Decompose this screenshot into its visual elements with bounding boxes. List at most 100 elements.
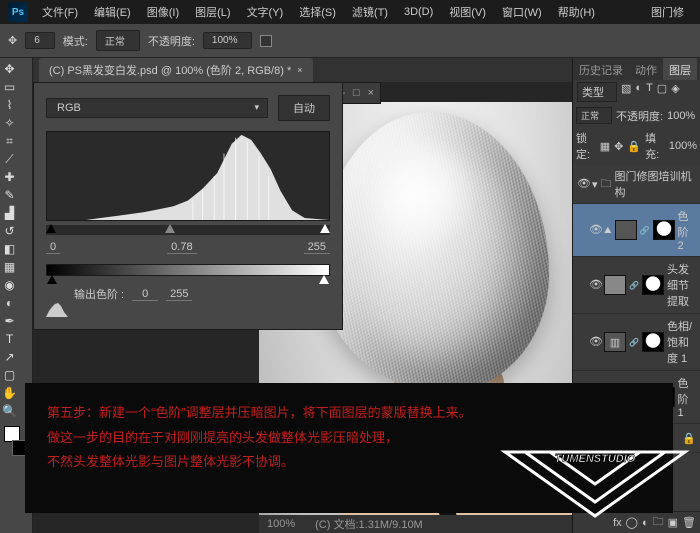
input-black-slider-icon[interactable] bbox=[46, 224, 56, 233]
win-close-icon[interactable]: × bbox=[368, 87, 374, 99]
input-slider-track[interactable] bbox=[46, 225, 330, 235]
filter-type-icon[interactable]: T bbox=[646, 82, 653, 102]
menu-filter[interactable]: 滤镜(T) bbox=[344, 1, 396, 23]
option-checkbox[interactable] bbox=[260, 35, 272, 47]
menu-select[interactable]: 选择(S) bbox=[291, 1, 344, 23]
folder-arrow-icon[interactable]: ▾ bbox=[592, 178, 598, 191]
heal-tool-icon[interactable]: ✚ bbox=[2, 168, 17, 186]
stamp-tool-icon[interactable]: ▟ bbox=[2, 204, 17, 222]
blur-tool-icon[interactable]: ◉ bbox=[2, 276, 17, 294]
input-black-field[interactable]: 0 bbox=[46, 241, 60, 254]
dodge-tool-icon[interactable]: ◐ bbox=[2, 294, 17, 312]
mask-thumb[interactable] bbox=[642, 275, 664, 295]
menu-help[interactable]: 帮助(H) bbox=[550, 1, 603, 23]
tab-close-icon[interactable]: × bbox=[297, 65, 302, 75]
auto-button[interactable]: 自动 bbox=[278, 95, 330, 121]
link-icon[interactable]: 🔗 bbox=[629, 281, 639, 290]
eraser-tool-icon[interactable]: ◧ bbox=[2, 240, 17, 258]
wand-tool-icon[interactable]: ✧ bbox=[2, 114, 17, 132]
tab-actions[interactable]: 动作 bbox=[629, 58, 663, 80]
brush-tool-icon[interactable]: ✎ bbox=[2, 186, 17, 204]
document-tabs: (C) PS黑发变白发.psd @ 100% (色阶 2, RGB/8) * × bbox=[33, 58, 572, 82]
eyedropper-tool-icon[interactable]: ⟋ bbox=[2, 150, 17, 168]
tool-preset-icon[interactable]: ✥ bbox=[8, 34, 17, 47]
lock-label: 锁定: bbox=[576, 130, 596, 162]
opacity-select[interactable]: 100% bbox=[203, 32, 253, 49]
layer-row[interactable]: 👁 ⛰ 🔗 色阶 2 bbox=[573, 204, 700, 257]
crop-tool-icon[interactable]: ⌗ bbox=[2, 132, 17, 150]
mask-thumb[interactable] bbox=[642, 332, 664, 352]
output-white-field[interactable]: 255 bbox=[166, 288, 192, 301]
filter-image-icon[interactable]: ▧ bbox=[621, 82, 631, 102]
visibility-icon[interactable]: 👁 bbox=[589, 337, 601, 347]
history-brush-icon[interactable]: ↺ bbox=[2, 222, 17, 240]
layer-opacity-value[interactable]: 100% bbox=[667, 110, 695, 122]
blend-mode-select[interactable]: 正常 bbox=[96, 30, 140, 51]
layer-folder[interactable]: 👁 ▾ 🗀 图门修图培训机构 bbox=[573, 165, 700, 204]
output-black-field[interactable]: 0 bbox=[132, 288, 158, 301]
lock-pixels-icon[interactable]: ▦ bbox=[600, 140, 610, 153]
layer-name: 色相/饱和度 1 bbox=[667, 318, 696, 366]
menu-layer[interactable]: 图层(L) bbox=[187, 1, 238, 23]
layer-filter-select[interactable]: 类型 bbox=[577, 82, 617, 102]
title-right: 图门修 bbox=[643, 1, 692, 23]
mask-thumb[interactable] bbox=[653, 220, 675, 240]
caption-line-1: 第五步：新建一个“色阶”调整层并压暗图片，将下面图层的蒙版替换上来。 bbox=[47, 401, 651, 426]
shape-tool-icon[interactable]: ▢ bbox=[2, 366, 17, 384]
zoom-readout[interactable]: 100% bbox=[267, 518, 295, 530]
folder-name: 图门修图培训机构 bbox=[615, 168, 696, 200]
layer-opacity-label: 不透明度: bbox=[616, 108, 663, 124]
output-black-slider-icon[interactable] bbox=[47, 275, 57, 284]
type-tool-icon[interactable]: T bbox=[2, 330, 17, 348]
input-gamma-field[interactable]: 0.78 bbox=[167, 241, 196, 254]
layer-name: 色阶 1 bbox=[678, 375, 696, 419]
input-white-slider-icon[interactable] bbox=[320, 224, 330, 233]
hand-tool-icon[interactable]: ✋ bbox=[2, 384, 17, 402]
layer-name: 头发细节提取 bbox=[667, 261, 696, 309]
menu-file[interactable]: 文件(F) bbox=[34, 1, 86, 23]
move-tool-icon[interactable]: ✥ bbox=[2, 60, 17, 78]
folder-icon: 🗀 bbox=[601, 175, 612, 194]
menu-type[interactable]: 文字(Y) bbox=[239, 1, 292, 23]
menu-edit[interactable]: 编辑(E) bbox=[86, 1, 139, 23]
filter-shape-icon[interactable]: ▢ bbox=[657, 82, 667, 102]
output-gradient-track[interactable] bbox=[46, 264, 330, 276]
visibility-icon[interactable]: 👁 bbox=[577, 179, 589, 189]
visibility-icon[interactable]: 👁 bbox=[589, 280, 601, 290]
input-gamma-slider-icon[interactable] bbox=[165, 224, 175, 233]
lock-pos-icon[interactable]: ✥ bbox=[614, 140, 623, 153]
path-tool-icon[interactable]: ↗ bbox=[2, 348, 17, 366]
gradient-tool-icon[interactable]: ▦ bbox=[2, 258, 17, 276]
menu-3d[interactable]: 3D(D) bbox=[396, 3, 441, 21]
menu-image[interactable]: 图像(I) bbox=[139, 1, 187, 23]
document-tab[interactable]: (C) PS黑发变白发.psd @ 100% (色阶 2, RGB/8) * × bbox=[39, 58, 313, 82]
fill-value[interactable]: 100% bbox=[669, 140, 697, 152]
marquee-tool-icon[interactable]: ▭ bbox=[2, 78, 17, 96]
visibility-icon[interactable]: 👁 bbox=[589, 225, 601, 235]
menu-window[interactable]: 窗口(W) bbox=[494, 1, 550, 23]
fill-label: 填充: bbox=[645, 130, 665, 162]
watermark-logo-icon: TUMENSTUDIO bbox=[500, 434, 690, 527]
layer-row[interactable]: 👁 ▥ 🔗 色相/饱和度 1 bbox=[573, 314, 700, 371]
tab-history[interactable]: 历史记录 bbox=[573, 58, 629, 80]
model-hair bbox=[319, 112, 549, 392]
layer-row[interactable]: 👁 🔗 头发细节提取 bbox=[573, 257, 700, 314]
pen-tool-icon[interactable]: ✒ bbox=[2, 312, 17, 330]
layer-blend-select[interactable]: 正常 bbox=[576, 107, 612, 124]
tab-layers[interactable]: 图层 bbox=[663, 58, 697, 80]
input-white-field[interactable]: 255 bbox=[304, 241, 330, 254]
channel-select[interactable]: RGB bbox=[46, 98, 268, 118]
lock-all-icon[interactable]: 🔒 bbox=[627, 140, 641, 153]
link-icon[interactable]: 🔗 bbox=[640, 226, 650, 235]
doc-size-readout: (C) 文档:1.31M/9.10M bbox=[315, 516, 423, 532]
zoom-tool-icon[interactable]: 🔍 bbox=[2, 402, 17, 420]
brush-size-select[interactable]: 6 bbox=[25, 32, 55, 49]
lasso-tool-icon[interactable]: ⌇ bbox=[2, 96, 17, 114]
win-max-icon[interactable]: □ bbox=[353, 87, 360, 99]
filter-smart-icon[interactable]: ◈ bbox=[671, 82, 679, 102]
link-icon[interactable]: 🔗 bbox=[629, 338, 639, 347]
filter-adj-icon[interactable]: ◐ bbox=[635, 82, 642, 102]
menubar: Ps 文件(F) 编辑(E) 图像(I) 图层(L) 文字(Y) 选择(S) 滤… bbox=[0, 0, 700, 24]
menu-view[interactable]: 视图(V) bbox=[441, 1, 494, 23]
output-white-slider-icon[interactable] bbox=[319, 275, 329, 284]
